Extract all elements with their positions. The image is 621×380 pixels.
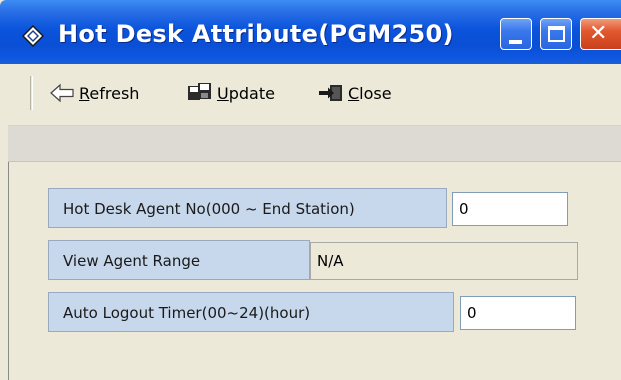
- logout-timer-label: Auto Logout Timer(00~24)(hour): [48, 292, 454, 332]
- app-window: Hot Desk Attribute(PGM250) ✕ Refresh Upd…: [0, 0, 621, 380]
- toolbar-grip[interactable]: [30, 76, 33, 110]
- agent-no-input[interactable]: 0: [452, 192, 568, 226]
- minimize-icon: [509, 40, 522, 44]
- close-label: Close: [348, 83, 392, 103]
- close-window-button[interactable]: ✕: [580, 18, 621, 50]
- form-panel: Hot Desk Agent No(000 ~ End Station) 0 V…: [8, 162, 621, 380]
- window-left-edge: [0, 64, 8, 380]
- logout-timer-input[interactable]: 0: [460, 296, 576, 330]
- agent-range-label: View Agent Range: [48, 240, 310, 280]
- maximize-button[interactable]: [540, 18, 572, 50]
- save-icon: [188, 83, 211, 100]
- maximize-icon: [548, 26, 565, 42]
- status-strip: [0, 126, 621, 162]
- close-button[interactable]: Close: [318, 78, 392, 108]
- toolbar: Refresh Update Close: [0, 64, 621, 126]
- title-bar[interactable]: Hot Desk Attribute(PGM250) ✕: [0, 0, 621, 64]
- exit-icon: [319, 85, 342, 101]
- diamond-icon: [22, 25, 44, 47]
- refresh-label: Refresh: [79, 83, 140, 103]
- close-icon: ✕: [589, 21, 608, 46]
- refresh-button[interactable]: Refresh: [49, 78, 139, 108]
- update-button[interactable]: Update: [187, 78, 275, 108]
- agent-range-value: N/A: [310, 242, 578, 280]
- window-title: Hot Desk Attribute(PGM250): [58, 20, 454, 48]
- update-label: Update: [217, 83, 275, 103]
- arrow-left-icon: [50, 83, 74, 103]
- minimize-button[interactable]: [500, 18, 532, 50]
- agent-no-label: Hot Desk Agent No(000 ~ End Station): [48, 188, 447, 228]
